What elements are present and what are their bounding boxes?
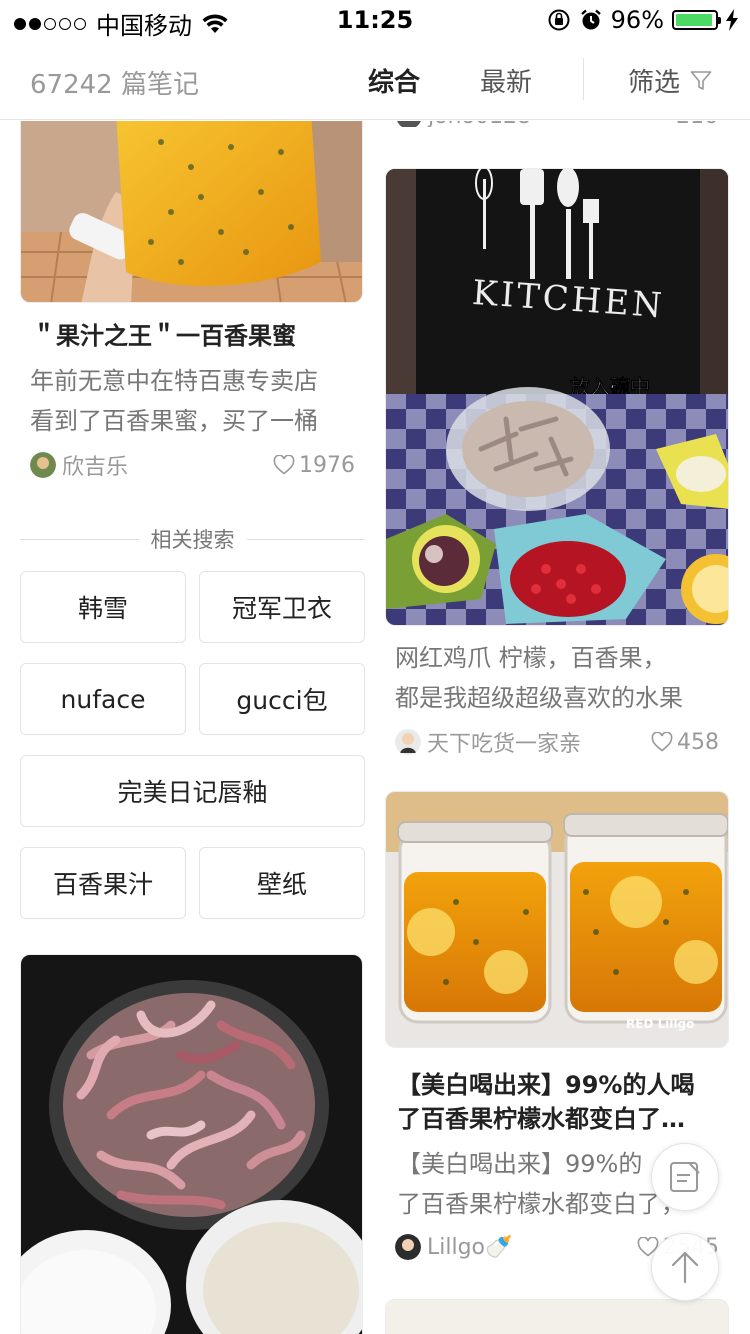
battery-percent: 96% bbox=[610, 6, 664, 34]
note-title: ＂果汁之王＂一百香果蜜 bbox=[32, 322, 296, 350]
heart-icon bbox=[273, 455, 295, 475]
note-desc-line-1: 年前无意中在特百惠专卖店 bbox=[30, 367, 318, 395]
note-card[interactable]: KITCHEN 放入碗中 网红鸡爪 柠檬，百香果， 都是我超级超级喜欢的水果 天… bbox=[385, 168, 729, 758]
like-button[interactable]: 216 bbox=[676, 121, 718, 127]
related-search-chip[interactable]: nuface bbox=[20, 663, 186, 735]
note-desc-line-1: 【美白喝出来】99%的 bbox=[397, 1150, 643, 1178]
note-desc-line-2: 看到了百香果蜜，买了一桶 bbox=[30, 407, 318, 435]
note-meta: 天下吃货一家亲 458 bbox=[395, 726, 719, 758]
related-search-chip[interactable]: gucci包 bbox=[199, 663, 365, 735]
tab-latest[interactable]: 最新 bbox=[480, 62, 532, 99]
tab-comprehensive[interactable]: 综合 bbox=[368, 62, 420, 99]
note-image-passionfruit-jar bbox=[20, 121, 363, 303]
note-image-kitchen-chicken-feet: KITCHEN 放入碗中 bbox=[385, 168, 729, 626]
note-card[interactable]: ＂果汁之王＂一百香果蜜 年前无意中在特百惠专卖店 看到了百香果蜜，买了一桶 欣吉… bbox=[20, 121, 365, 481]
back-to-top-button[interactable] bbox=[651, 1233, 719, 1301]
note-meta: 欣吉乐 1976 bbox=[30, 449, 355, 481]
arrow-up-icon bbox=[671, 1251, 699, 1284]
author[interactable]: 天下吃货一家亲 bbox=[395, 726, 581, 758]
author[interactable]: jono0128 bbox=[396, 121, 531, 127]
note-image-partial[interactable] bbox=[385, 1299, 729, 1334]
avatar bbox=[395, 1234, 421, 1260]
battery-icon bbox=[672, 10, 721, 30]
note-card[interactable] bbox=[20, 954, 365, 1334]
status-bar: 中国移动 11:25 96% bbox=[0, 0, 750, 40]
note-image-passionfruit-peel bbox=[20, 954, 363, 1334]
note-title-line-1: 【美白喝出来】99%的人喝 bbox=[397, 1071, 695, 1099]
related-search-chip[interactable]: 百香果汁 bbox=[20, 847, 186, 919]
funnel-icon bbox=[690, 70, 712, 90]
image-watermark: RED Lillgo bbox=[626, 1017, 694, 1031]
like-button[interactable]: 458 bbox=[651, 730, 719, 755]
author-name: Lillgo🍼 bbox=[427, 1234, 513, 1260]
note-title-line-2: 了百香果柠檬水都变白了… bbox=[397, 1105, 685, 1133]
filter-label: 筛选 bbox=[628, 68, 681, 98]
battery-fill bbox=[676, 14, 713, 26]
rotation-lock-icon bbox=[548, 9, 570, 31]
like-count: 216 bbox=[676, 121, 718, 127]
related-search-label: 相关搜索 bbox=[150, 528, 235, 552]
related-search-chip[interactable]: 完美日记唇釉 bbox=[20, 755, 365, 827]
alarm-icon bbox=[580, 9, 601, 30]
note-image-passionfruit-lemon-jars: RED Lillgo bbox=[385, 791, 729, 1048]
filter-button[interactable]: 筛选 bbox=[628, 62, 712, 99]
edit-icon bbox=[670, 1162, 700, 1192]
avatar bbox=[395, 729, 421, 755]
note-count: 67242 篇笔记 bbox=[30, 70, 199, 100]
heart-icon bbox=[651, 732, 673, 752]
like-count: 1976 bbox=[299, 452, 355, 478]
related-search-chip[interactable]: 冠军卫衣 bbox=[199, 571, 365, 643]
compose-note-button[interactable] bbox=[651, 1143, 719, 1211]
author[interactable]: 欣吉乐 bbox=[30, 449, 128, 481]
avatar bbox=[30, 452, 56, 478]
related-search-heading: 相关搜索 bbox=[20, 524, 365, 554]
status-right: 96% bbox=[547, 6, 738, 34]
note-desc-line-1: 网红鸡爪 柠檬，百香果， bbox=[395, 644, 667, 672]
related-search-chip[interactable]: 韩雪 bbox=[20, 571, 186, 643]
author-name: 天下吃货一家亲 bbox=[427, 732, 582, 757]
like-button[interactable]: 1976 bbox=[273, 453, 355, 478]
charging-icon bbox=[726, 9, 738, 31]
top-nav: 67242 篇笔记 综合 最新 筛选 bbox=[0, 40, 750, 120]
like-count: 458 bbox=[677, 729, 719, 755]
note-meta-partial: jono0128 216 bbox=[396, 121, 718, 127]
note-desc-line-2: 了百香果柠檬水都变白了， bbox=[397, 1190, 685, 1218]
note-desc-line-2: 都是我超级超级喜欢的水果 bbox=[395, 684, 683, 712]
author[interactable]: Lillgo🍼 bbox=[395, 1234, 512, 1260]
avatar bbox=[397, 121, 421, 127]
related-search-chip[interactable]: 壁纸 bbox=[199, 847, 365, 919]
author-name: 欣吉乐 bbox=[62, 455, 129, 480]
author-name: jono0128 bbox=[428, 121, 531, 127]
nav-divider bbox=[583, 58, 584, 100]
feed: ＂果汁之王＂一百香果蜜 年前无意中在特百惠专卖店 看到了百香果蜜，买了一桶 欣吉… bbox=[0, 121, 750, 1334]
